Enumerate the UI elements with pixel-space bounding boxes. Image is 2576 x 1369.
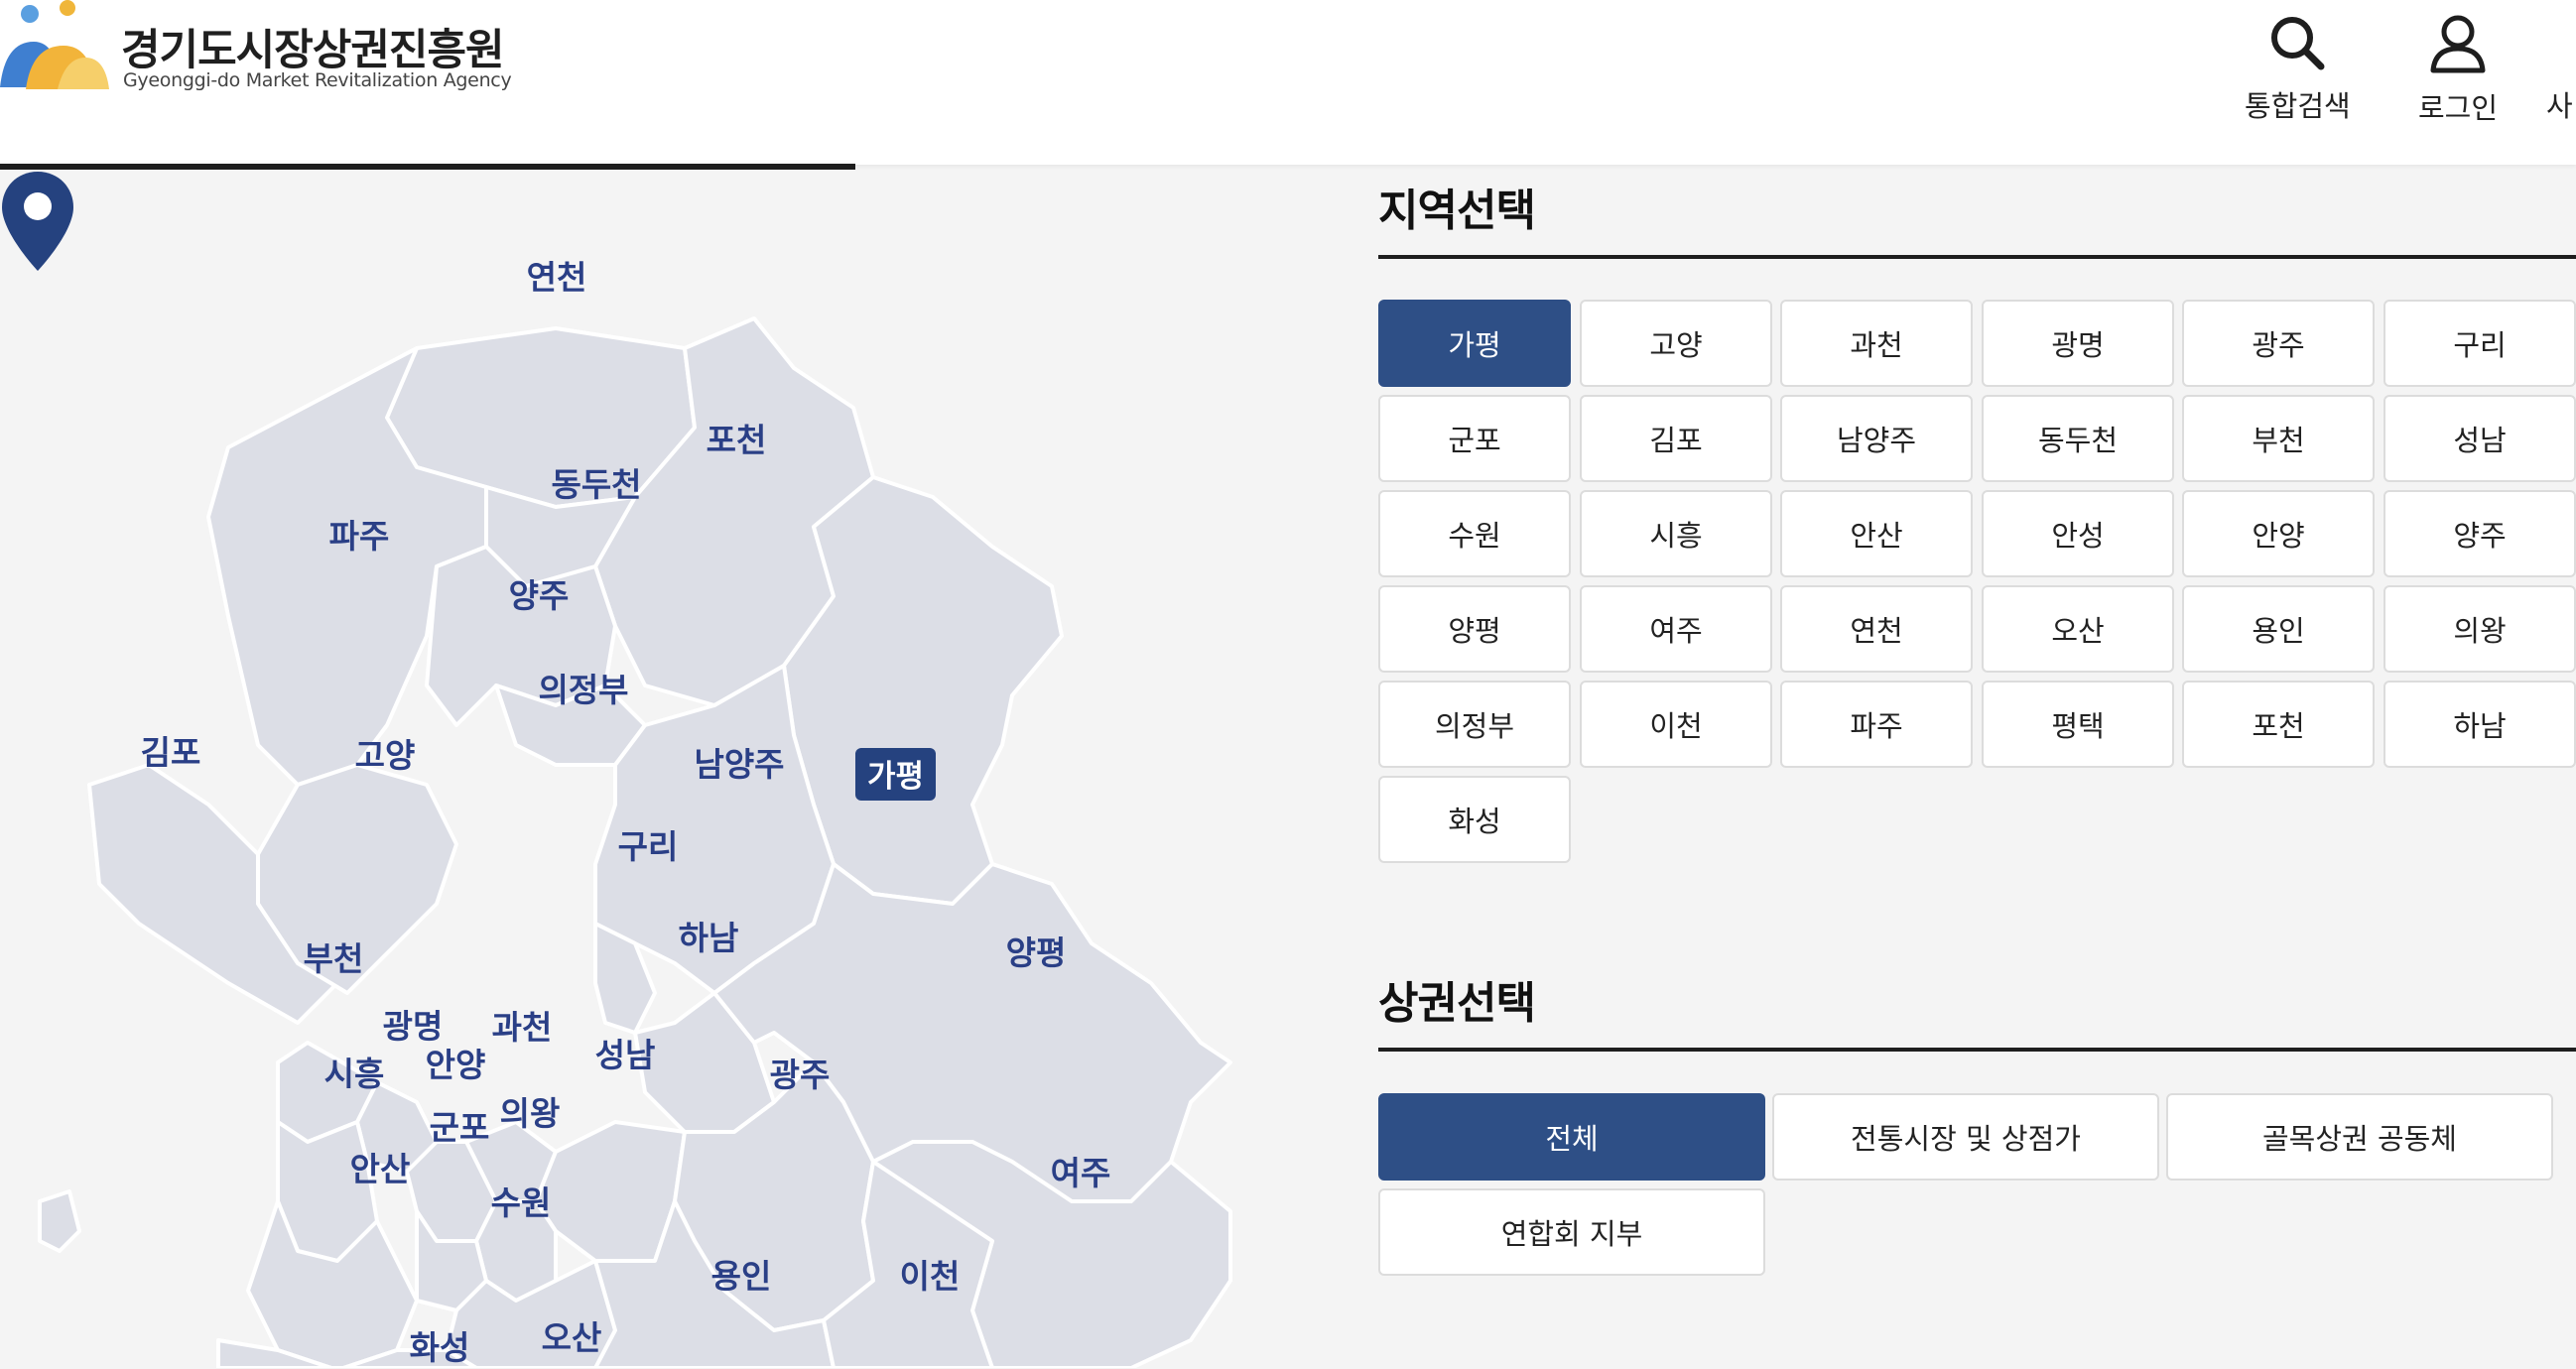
map-label-gwacheon[interactable]: 과천 (492, 1001, 553, 1049)
map-label-pocheon[interactable]: 포천 (707, 414, 767, 461)
map-pin-icon (2, 172, 73, 271)
region-button[interactable]: 안성 (1982, 490, 2174, 577)
region-select-divider (1378, 255, 2576, 259)
map-label-suwon[interactable]: 수원 (491, 1177, 552, 1224)
district-select-divider (1378, 1048, 2576, 1052)
map-label-anyang[interactable]: 안양 (426, 1039, 486, 1086)
region-button[interactable]: 안양 (2182, 490, 2375, 577)
logo-subtitle: Gyeonggi-do Market Revitalization Agency (123, 69, 512, 91)
map-label-yangpyeong[interactable]: 양평 (1006, 927, 1067, 974)
region-button[interactable]: 양평 (1378, 585, 1571, 673)
region-button[interactable]: 용인 (2182, 585, 2375, 673)
region-button[interactable]: 광주 (2182, 300, 2375, 387)
region-button[interactable]: 구리 (2383, 300, 2576, 387)
region-button[interactable]: 화성 (1378, 776, 1571, 863)
map-label-osan[interactable]: 오산 (542, 1311, 602, 1359)
map-label-gwangju[interactable]: 광주 (770, 1049, 831, 1096)
map-label-yeoncheon[interactable]: 연천 (527, 251, 587, 299)
map-label-namyangju[interactable]: 남양주 (694, 738, 784, 786)
map-label-yeoju[interactable]: 여주 (1051, 1147, 1111, 1194)
map-label-hanam[interactable]: 하남 (679, 912, 739, 959)
gyeonggi-region-map: 연천 포천 동두천 파주 양주 의정부 김포 고양 남양주 구리 하남 양평 부… (0, 170, 1330, 1368)
region-button[interactable]: 의정부 (1378, 681, 1571, 768)
region-button[interactable]: 광명 (1982, 300, 2174, 387)
user-icon (2430, 15, 2486, 73)
region-select-title: 지역선택 (1378, 186, 1536, 236)
region-button[interactable]: 과천 (1780, 300, 1973, 387)
map-label-yongin[interactable]: 용인 (711, 1250, 772, 1298)
sitemap-button[interactable]: 사 (2546, 83, 2573, 125)
region-button[interactable]: 오산 (1982, 585, 2174, 673)
integrated-search-label: 통합검색 (2245, 89, 2351, 123)
map-label-gapyeong-selected[interactable]: 가평 (855, 748, 937, 801)
map-label-ansan[interactable]: 안산 (350, 1143, 411, 1190)
site-header: 경기도시장상권진흥원 Gyeonggi-do Market Revitaliza… (0, 0, 2576, 170)
map-region-island (38, 1189, 81, 1253)
region-button[interactable]: 성남 (2383, 395, 2576, 482)
map-label-uijeongbu[interactable]: 의정부 (538, 664, 628, 711)
region-button[interactable]: 연천 (1780, 585, 1973, 673)
site-logo[interactable]: 경기도시장상권진흥원 Gyeonggi-do Market Revitaliza… (0, 0, 516, 109)
logo-title: 경기도시장상권진흥원 (121, 26, 505, 75)
district-select-title: 상권선택 (1378, 978, 1536, 1029)
region-button[interactable]: 의왕 (2383, 585, 2576, 673)
region-button[interactable]: 동두천 (1982, 395, 2174, 482)
region-button[interactable]: 가평 (1378, 300, 1571, 387)
region-button[interactable]: 양주 (2383, 490, 2576, 577)
district-type-button[interactable]: 전통시장 및 상점가 (1772, 1093, 2159, 1181)
map-label-hwaseong[interactable]: 화성 (410, 1321, 470, 1369)
integrated-search-button[interactable]: 통합검색 (2245, 14, 2351, 125)
map-label-guri[interactable]: 구리 (618, 820, 679, 868)
login-label: 로그인 (2418, 91, 2499, 125)
region-button[interactable]: 여주 (1580, 585, 1772, 673)
search-icon (2271, 17, 2325, 70)
region-button[interactable]: 파주 (1780, 681, 1973, 768)
region-button[interactable]: 김포 (1580, 395, 1772, 482)
region-button[interactable]: 고양 (1580, 300, 1772, 387)
region-button[interactable]: 군포 (1378, 395, 1571, 482)
region-button[interactable]: 포천 (2182, 681, 2375, 768)
login-button[interactable]: 로그인 (2418, 14, 2498, 127)
logo-mark (0, 0, 109, 89)
map-label-yangju[interactable]: 양주 (509, 569, 570, 617)
map-label-paju[interactable]: 파주 (329, 510, 390, 558)
map-label-gunpo[interactable]: 군포 (430, 1101, 490, 1149)
map-label-dongducheon[interactable]: 동두천 (551, 458, 641, 506)
map-label-gimpo[interactable]: 김포 (141, 726, 201, 774)
map-label-siheung[interactable]: 시흥 (324, 1048, 385, 1095)
map-label-goyang[interactable]: 고양 (355, 729, 416, 777)
region-button[interactable]: 하남 (2383, 681, 2576, 768)
map-label-seongnam[interactable]: 성남 (595, 1029, 656, 1076)
district-type-button[interactable]: 연합회 지부 (1378, 1188, 1765, 1276)
region-button[interactable]: 평택 (1982, 681, 2174, 768)
region-button[interactable]: 안산 (1780, 490, 1973, 577)
region-button[interactable]: 수원 (1378, 490, 1571, 577)
region-button[interactable]: 이천 (1580, 681, 1772, 768)
region-button[interactable]: 시흥 (1580, 490, 1772, 577)
map-label-bucheon[interactable]: 부천 (304, 933, 364, 980)
map-label-icheon[interactable]: 이천 (900, 1250, 961, 1298)
district-type-button[interactable]: 전체 (1378, 1093, 1765, 1181)
district-type-button[interactable]: 골목상권 공동체 (2166, 1093, 2553, 1181)
region-button[interactable]: 부천 (2182, 395, 2375, 482)
map-label-uiwang[interactable]: 의왕 (500, 1087, 561, 1135)
region-button[interactable]: 남양주 (1780, 395, 1973, 482)
sitemap-label: 사 (2546, 89, 2573, 123)
